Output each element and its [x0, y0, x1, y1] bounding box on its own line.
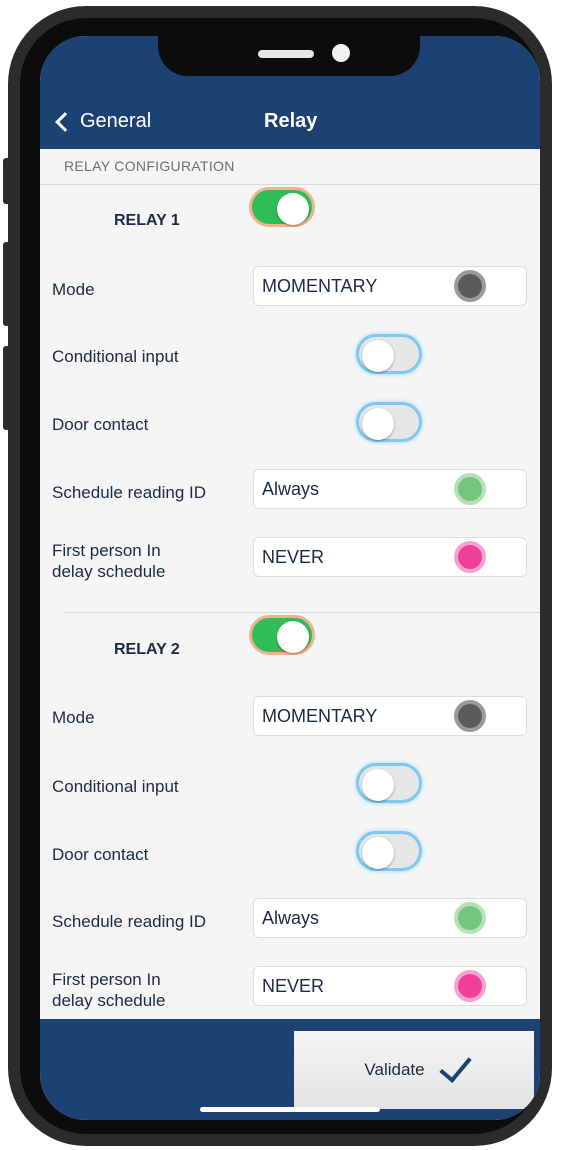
volume-down-button — [3, 346, 11, 430]
divider — [40, 184, 540, 185]
relay-configuration: RELAY CONFIGURATION RELAY 1 Mode MOMENTA… — [40, 149, 540, 1019]
first-person-value: NEVER — [262, 547, 325, 567]
relay-2-conditional-input-toggle[interactable] — [356, 763, 422, 803]
mode-value: MOMENTARY — [262, 706, 378, 726]
toggle-knob — [362, 340, 394, 372]
back-button[interactable]: General — [54, 110, 151, 133]
validate-button[interactable]: Validate — [294, 1031, 534, 1109]
bottom-bar: Validate — [40, 1019, 540, 1120]
door-contact-label: Door contact — [52, 845, 149, 864]
relay-title: RELAY 2 — [114, 641, 180, 658]
relay-2-schedule-select[interactable]: Always — [253, 898, 527, 938]
camera — [332, 44, 350, 62]
schedule-value: Always — [262, 908, 320, 928]
first-person-label-line1: First person In — [52, 970, 161, 989]
section-header: RELAY CONFIGURATION — [64, 158, 235, 174]
schedule-reading-label: Schedule reading ID — [52, 912, 207, 931]
relay-title: RELAY 1 — [114, 212, 180, 229]
first-person-dropdown-icon[interactable] — [454, 541, 486, 573]
toggle-knob — [362, 769, 394, 801]
relay-1-schedule-select[interactable]: Always — [253, 469, 527, 509]
notch — [158, 36, 420, 76]
mode-label: Mode — [52, 280, 95, 299]
schedule-reading-label: Schedule reading ID — [52, 483, 207, 502]
relay-2-mode-select[interactable]: MOMENTARY — [253, 696, 527, 736]
first-person-label-line2: delay schedule — [52, 562, 166, 581]
first-person-value: NEVER — [262, 976, 325, 996]
mode-dropdown-icon[interactable] — [454, 270, 486, 302]
conditional-input-label: Conditional input — [52, 347, 179, 366]
first-person-label: First person In delay schedule — [52, 969, 165, 1011]
relay-1-mode-select[interactable]: MOMENTARY — [253, 266, 527, 306]
conditional-input-label: Conditional input — [52, 777, 179, 796]
first-person-label-line2: delay schedule — [52, 991, 166, 1010]
door-contact-label: Door contact — [52, 415, 149, 434]
mute-switch — [3, 158, 11, 204]
volume-up-button — [3, 242, 11, 326]
screen: General Relay RELAY CONFIGURATION RELAY … — [40, 36, 540, 1120]
toggle-knob — [362, 837, 394, 869]
relay-1-conditional-input-toggle[interactable] — [356, 334, 422, 374]
schedule-dropdown-icon[interactable] — [454, 902, 486, 934]
toggle-knob — [362, 408, 394, 440]
relay-1-first-person-select[interactable]: NEVER — [253, 537, 527, 577]
mode-value: MOMENTARY — [262, 276, 378, 296]
mode-dropdown-icon[interactable] — [454, 700, 486, 732]
relay-2-door-contact-toggle[interactable] — [356, 831, 422, 871]
chevron-left-icon — [55, 111, 75, 132]
back-label: General — [80, 110, 152, 132]
first-person-label: First person In delay schedule — [52, 540, 165, 582]
relay-1-door-contact-toggle[interactable] — [356, 402, 422, 442]
first-person-label-line1: First person In — [52, 541, 161, 560]
relay-1-enable-toggle[interactable] — [249, 187, 315, 227]
relay-2-enable-toggle[interactable] — [249, 615, 315, 655]
toggle-knob — [277, 621, 309, 653]
first-person-dropdown-icon[interactable] — [454, 970, 486, 1002]
validate-label: Validate — [364, 1060, 425, 1079]
speaker — [258, 50, 314, 58]
relay-2-first-person-select[interactable]: NEVER — [253, 966, 527, 1006]
page-title: Relay — [264, 110, 318, 132]
mode-label: Mode — [52, 708, 95, 727]
schedule-dropdown-icon[interactable] — [454, 473, 486, 505]
home-indicator — [200, 1107, 380, 1112]
divider — [64, 612, 540, 613]
schedule-value: Always — [262, 479, 320, 499]
toggle-knob — [277, 193, 309, 225]
checkmark-icon — [438, 1049, 472, 1083]
